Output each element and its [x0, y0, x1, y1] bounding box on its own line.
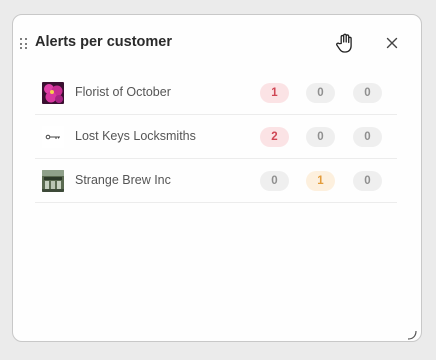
alert-count-badge: 1	[306, 171, 335, 191]
drag-handle-icon[interactable]	[20, 38, 28, 50]
customer-name: Florist of October	[75, 85, 171, 99]
alert-count-badge: 0	[353, 127, 382, 147]
alert-count-badge: 0	[353, 83, 382, 103]
key-image	[42, 126, 64, 148]
storefront-image	[42, 170, 64, 192]
alert-count-badge: 2	[260, 127, 289, 147]
hand-cursor-icon[interactable]	[333, 31, 357, 55]
customer-name: Lost Keys Locksmiths	[75, 129, 196, 143]
list-item[interactable]: Florist of October 1 0 0	[35, 71, 397, 115]
resize-handle-icon[interactable]	[407, 327, 417, 340]
alerts-widget: Alerts per customer Florist of October 1…	[12, 14, 422, 342]
pink-flower-image	[42, 82, 64, 104]
customer-list: Florist of October 1 0 0 Lost Keys Locks…	[35, 71, 397, 203]
alert-count-badge: 0	[306, 83, 335, 103]
alert-count-badge: 0	[260, 171, 289, 191]
widget-title: Alerts per customer	[35, 34, 172, 50]
close-icon[interactable]	[383, 34, 401, 52]
alert-count-badge: 0	[306, 127, 335, 147]
customer-name: Strange Brew Inc	[75, 173, 171, 187]
alert-count-badge: 1	[260, 83, 289, 103]
list-item[interactable]: Lost Keys Locksmiths 2 0 0	[35, 115, 397, 159]
list-item[interactable]: Strange Brew Inc 0 1 0	[35, 159, 397, 203]
alert-count-badge: 0	[353, 171, 382, 191]
widget-header: Alerts per customer	[13, 15, 421, 71]
